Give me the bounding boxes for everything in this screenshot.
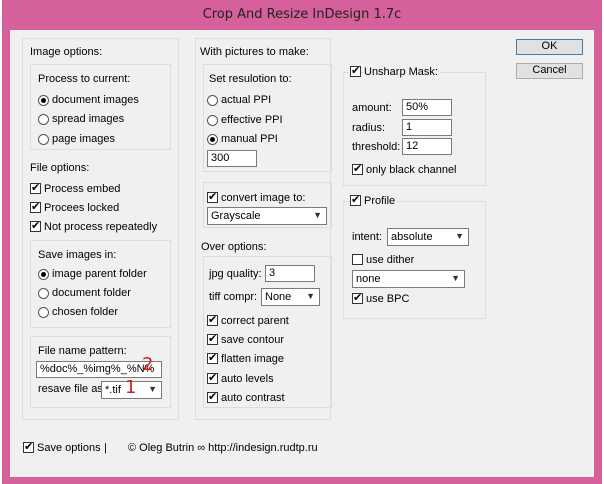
process-locked-checkbox[interactable]	[30, 200, 41, 213]
cancel-button[interactable]: Cancel	[516, 63, 583, 79]
radio-effective-ppi-label: effective PPI	[221, 114, 283, 126]
process-embed-checkbox[interactable]	[30, 181, 41, 194]
flatten-image-checkbox[interactable]	[207, 351, 218, 364]
over-options-title: Over options:	[201, 241, 267, 253]
tiff-compr-value: None	[265, 291, 292, 303]
auto-contrast-label: auto contrast	[221, 392, 285, 404]
intent-value: absolute	[391, 231, 433, 243]
use-bpc-checkbox[interactable]	[352, 291, 363, 304]
radio-actual-ppi[interactable]	[207, 95, 218, 106]
profile-select[interactable]: none ▼	[352, 270, 465, 288]
process-embed-label: Process embed	[44, 183, 121, 195]
marker-2: 2	[142, 354, 154, 375]
not-process-repeatedly-checkbox[interactable]	[30, 219, 41, 232]
dialog-client: Image options: Process to current: docum…	[10, 30, 594, 477]
flatten-image-label: flatten image	[221, 353, 284, 365]
process-label: Process to current:	[38, 73, 131, 85]
save-images-label: Save images in:	[38, 249, 117, 261]
process-locked-label: Procees locked	[44, 202, 120, 214]
chevron-down-icon: ▼	[455, 231, 464, 241]
radio-effective-ppi[interactable]	[207, 115, 218, 126]
ok-button[interactable]: OK	[516, 39, 583, 55]
radio-document-folder-label: document folder	[52, 287, 131, 299]
resolution-label: Set resulotion to:	[209, 73, 292, 85]
radio-manual-ppi-label: manual PPI	[221, 133, 278, 145]
resave-value: *.tif	[105, 384, 121, 396]
convert-image-value: Grayscale	[211, 210, 261, 222]
radio-document-images-label: document images	[52, 94, 139, 106]
auto-levels-checkbox[interactable]	[207, 371, 218, 384]
tiff-compr-select[interactable]: None ▼	[261, 288, 320, 306]
chevron-down-icon: ▼	[313, 210, 322, 220]
chevron-down-icon: ▼	[451, 273, 460, 283]
use-dither-checkbox[interactable]	[352, 254, 363, 265]
save-options-checkbox[interactable]	[23, 440, 34, 453]
jpg-quality-label: jpg quality:	[209, 268, 262, 280]
convert-image-checkbox[interactable]	[207, 190, 218, 203]
correct-parent-checkbox[interactable]	[207, 313, 218, 326]
radio-page-images[interactable]	[38, 134, 49, 145]
save-contour-checkbox[interactable]	[207, 332, 218, 345]
radius-label: radius:	[352, 122, 386, 134]
only-black-channel-label: only black channel	[366, 164, 457, 176]
radio-document-images[interactable]	[38, 95, 49, 106]
unsharp-mask-label: Unsharp Mask:	[364, 66, 440, 78]
marker-1: 1	[125, 377, 137, 398]
radio-chosen-folder-label: chosen folder	[52, 306, 119, 318]
auto-levels-label: auto levels	[221, 373, 274, 385]
convert-image-select[interactable]: Grayscale ▼	[207, 207, 327, 225]
profile-checkbox[interactable]	[350, 193, 361, 206]
pictures-title: With pictures to make:	[200, 46, 309, 58]
file-options-title: File options:	[30, 162, 90, 174]
radio-document-folder[interactable]	[38, 288, 49, 299]
window-title: Crop And Resize InDesign 1.7c	[202, 7, 402, 22]
only-black-channel-checkbox[interactable]	[352, 162, 363, 175]
image-options-title: Image options:	[30, 46, 103, 58]
radio-image-parent-folder-label: image parent folder	[52, 268, 147, 280]
chevron-down-icon: ▼	[306, 291, 315, 301]
convert-image-label: convert image to:	[221, 192, 306, 204]
radius-input[interactable]: 1	[402, 119, 452, 136]
radio-chosen-folder[interactable]	[38, 307, 49, 318]
manual-ppi-input[interactable]: 300	[207, 150, 257, 167]
not-process-repeatedly-label: Not process repeatedly	[44, 221, 158, 233]
radio-actual-ppi-label: actual PPI	[221, 94, 272, 106]
resave-label: resave file as:	[38, 383, 106, 395]
use-dither-label: use dither	[366, 254, 415, 266]
radio-spread-images-label: spread images	[52, 113, 125, 125]
profile-group	[343, 201, 486, 319]
profile-label: Profile	[364, 195, 398, 207]
tiff-compr-label: tiff compr:	[209, 291, 258, 303]
auto-contrast-checkbox[interactable]	[207, 390, 218, 403]
save-contour-label: save contour	[221, 334, 284, 346]
file-name-pattern-label: File name pattern:	[38, 345, 127, 357]
use-bpc-label: use BPC	[366, 293, 410, 305]
threshold-label: threshold:	[352, 141, 401, 153]
jpg-quality-input[interactable]: 3	[265, 265, 315, 282]
intent-label: intent:	[352, 231, 382, 243]
amount-input[interactable]: 50%	[402, 99, 452, 116]
radio-image-parent-folder[interactable]	[38, 269, 49, 280]
amount-label: amount:	[352, 102, 392, 114]
threshold-input[interactable]: 12	[402, 138, 452, 155]
profile-value: none	[356, 273, 381, 285]
radio-spread-images[interactable]	[38, 114, 49, 125]
save-options-label: Save options	[37, 442, 101, 454]
unsharp-mask-checkbox[interactable]	[350, 64, 361, 77]
chevron-down-icon: ▼	[148, 384, 157, 394]
dialog-window: Crop And Resize InDesign 1.7c Image opti…	[2, 0, 602, 484]
credit-link[interactable]: © Oleg Butrin ∞ http://indesign.rudtp.ru	[128, 442, 318, 454]
radio-page-images-label: page images	[52, 133, 115, 145]
intent-select[interactable]: absolute ▼	[387, 228, 469, 246]
correct-parent-label: correct parent	[221, 315, 289, 327]
radio-manual-ppi[interactable]	[207, 134, 218, 145]
footer-separator: |	[104, 442, 107, 454]
